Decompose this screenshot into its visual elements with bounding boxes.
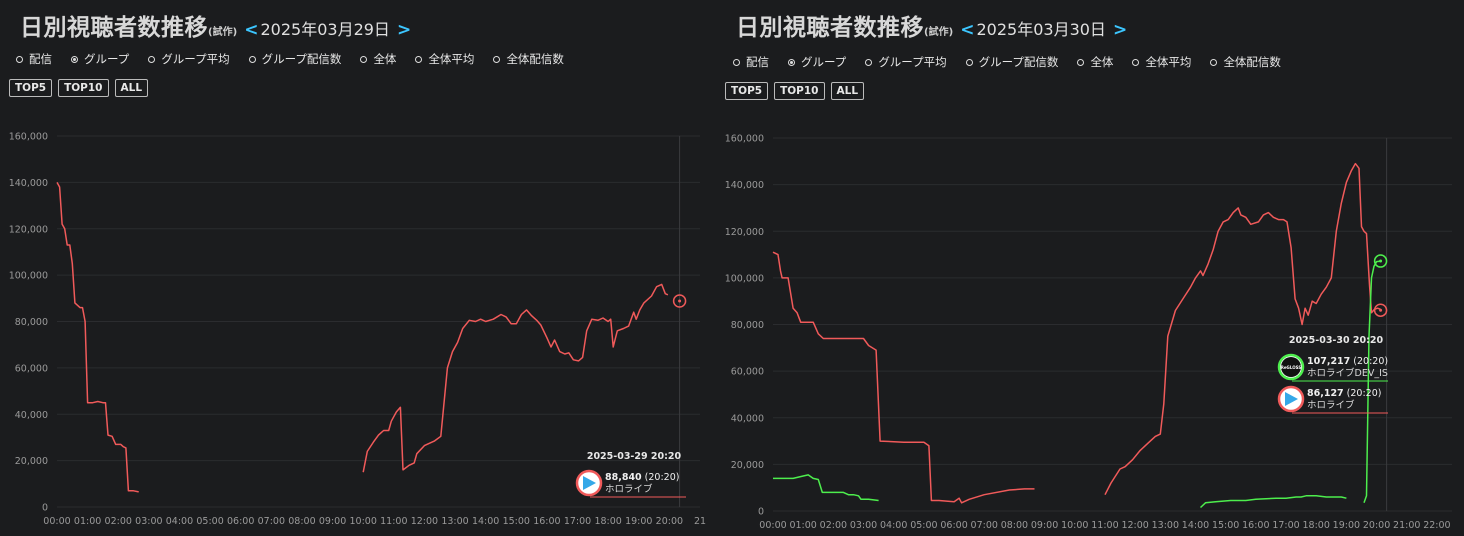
x-tick-label: 09:00 <box>319 516 346 527</box>
x-tick-label: 11:00 <box>1091 520 1118 531</box>
y-tick-label: 140,000 <box>9 178 48 189</box>
x-tick-label: 03:00 <box>850 520 877 531</box>
x-tick-label: 00:00 <box>759 520 786 531</box>
y-tick-label: 80,000 <box>15 317 48 328</box>
x-tick-label: 08:00 <box>288 516 315 527</box>
x-tick-label: 22:00 <box>1423 520 1450 531</box>
x-tick-label: 12:00 <box>411 516 438 527</box>
x-tick-label: 05:00 <box>196 516 223 527</box>
x-tick-label: 17:00 <box>564 516 591 527</box>
x-tick-label: 16:00 <box>1242 520 1269 531</box>
tooltip: 2025-03-30 20:20ReGLOSS107,217 (20:20)ホロラ… <box>1277 335 1388 414</box>
x-tick-label: 08:00 <box>1001 520 1028 531</box>
x-tick-label: 19:00 <box>625 516 652 527</box>
line-chart: 0 20,000 40,000 60,000 80,000 100,000 120,000 1… <box>725 134 1452 531</box>
x-tick-label: 14:00 <box>1182 520 1209 531</box>
x-tick-label: 20:00 <box>1363 520 1390 531</box>
x-tick-label: 15:00 <box>1212 520 1239 531</box>
x-tick-label: 06:00 <box>227 516 254 527</box>
series-line-1 <box>773 474 879 502</box>
y-tick-label: 0 <box>42 503 48 514</box>
x-tick-label: 17:00 <box>1272 520 1299 531</box>
x-tick-label: 19:00 <box>1333 520 1360 531</box>
series-line-1 <box>1199 495 1347 509</box>
x-tick-label: 20:00 <box>656 516 683 527</box>
x-tick-label: 18:00 <box>1303 520 1330 531</box>
y-tick-label: 0 <box>758 507 764 518</box>
series-line-0 <box>1104 162 1381 496</box>
x-tick-label: 09:00 <box>1031 520 1058 531</box>
x-tick-label: 04:00 <box>880 520 907 531</box>
tooltip-avatar-label: ReGLOSS <box>1281 365 1302 370</box>
y-tick-label: 20,000 <box>15 456 48 467</box>
series-line-0 <box>362 283 669 473</box>
x-tick-label: 13:00 <box>1152 520 1179 531</box>
y-tick-label: 100,000 <box>725 273 764 284</box>
tooltip-value-number: 86,127 <box>1307 388 1344 399</box>
y-tick-label: 120,000 <box>9 224 48 235</box>
tooltip-value: 88,840 (20:20) <box>605 472 679 483</box>
x-tick-label: 02:00 <box>105 516 132 527</box>
hover-marker-dot <box>1379 308 1383 312</box>
x-tick-label: 14:00 <box>472 516 499 527</box>
y-tick-label: 20,000 <box>731 460 764 471</box>
hover-marker-dot <box>678 299 682 303</box>
x-tick-label: 07:00 <box>971 520 998 531</box>
tooltip-value-number: 88,840 <box>605 472 642 483</box>
x-tick-label: 10:00 <box>1061 520 1088 531</box>
x-tick-label: 11:00 <box>380 516 407 527</box>
tooltip-value-time: (20:20) <box>1347 388 1382 399</box>
tooltip-series-name: ホロライブDEV_IS <box>1307 367 1388 379</box>
y-tick-label: 140,000 <box>725 180 764 191</box>
tooltip-value: 86,127 (20:20) <box>1307 388 1381 399</box>
series-line-1 <box>1363 260 1381 504</box>
x-tick-label: 10:00 <box>349 516 376 527</box>
y-tick-label: 120,000 <box>725 227 764 238</box>
chart-panel-0330: 日別視聴者数推移(試作) <2025年03月30日 > 配信 グループ グループ平均… <box>716 0 1464 536</box>
tooltip-value: 107,217 (20:20) <box>1307 356 1388 367</box>
hover-marker-dot <box>1379 259 1383 263</box>
x-tick-label: 01:00 <box>74 516 101 527</box>
x-tick-label: 02:00 <box>820 520 847 531</box>
y-tick-label: 160,000 <box>725 134 764 145</box>
y-tick-label: 60,000 <box>15 363 48 374</box>
x-tick-label: 21 <box>694 516 706 527</box>
tooltip-header: 2025-03-30 20:20 <box>1289 335 1384 346</box>
x-tick-label: 15:00 <box>503 516 530 527</box>
y-tick-label: 80,000 <box>731 320 764 331</box>
x-tick-label: 13:00 <box>441 516 468 527</box>
x-tick-label: 05:00 <box>910 520 937 531</box>
x-tick-label: 03:00 <box>135 516 162 527</box>
x-tick-label: 04:00 <box>166 516 193 527</box>
x-tick-label: 18:00 <box>594 516 621 527</box>
tooltip-value-time: (20:20) <box>645 472 680 483</box>
x-tick-label: 00:00 <box>43 516 70 527</box>
line-chart: 0 20,000 40,000 60,000 80,000 100,000 120,000 1… <box>9 132 706 528</box>
x-tick-label: 07:00 <box>258 516 285 527</box>
x-tick-label: 16:00 <box>533 516 560 527</box>
x-tick-label: 21:00 <box>1393 520 1420 531</box>
x-tick-label: 06:00 <box>940 520 967 531</box>
x-tick-label: 01:00 <box>789 520 816 531</box>
x-tick-label: 12:00 <box>1121 520 1148 531</box>
y-tick-label: 160,000 <box>9 132 48 143</box>
y-tick-label: 40,000 <box>731 413 764 424</box>
y-tick-label: 100,000 <box>9 271 48 282</box>
series-line-0 <box>772 251 1035 504</box>
tooltip-header: 2025-03-29 20:20 <box>587 451 682 462</box>
tooltip: 2025-03-29 20:20 88,840 (20:20)ホロライブ <box>575 451 686 498</box>
y-tick-label: 40,000 <box>15 410 48 421</box>
tooltip-series-name: ホロライブ <box>1307 399 1355 411</box>
y-tick-label: 60,000 <box>731 367 764 378</box>
tooltip-value-time: (20:20) <box>1353 356 1388 367</box>
chart-panel-0329: 日別視聴者数推移(試作) <2025年03月29日 > 配信 グループ グループ平均… <box>0 0 712 536</box>
tooltip-value-number: 107,217 <box>1307 356 1350 367</box>
tooltip-series-name: ホロライブ <box>605 483 653 495</box>
